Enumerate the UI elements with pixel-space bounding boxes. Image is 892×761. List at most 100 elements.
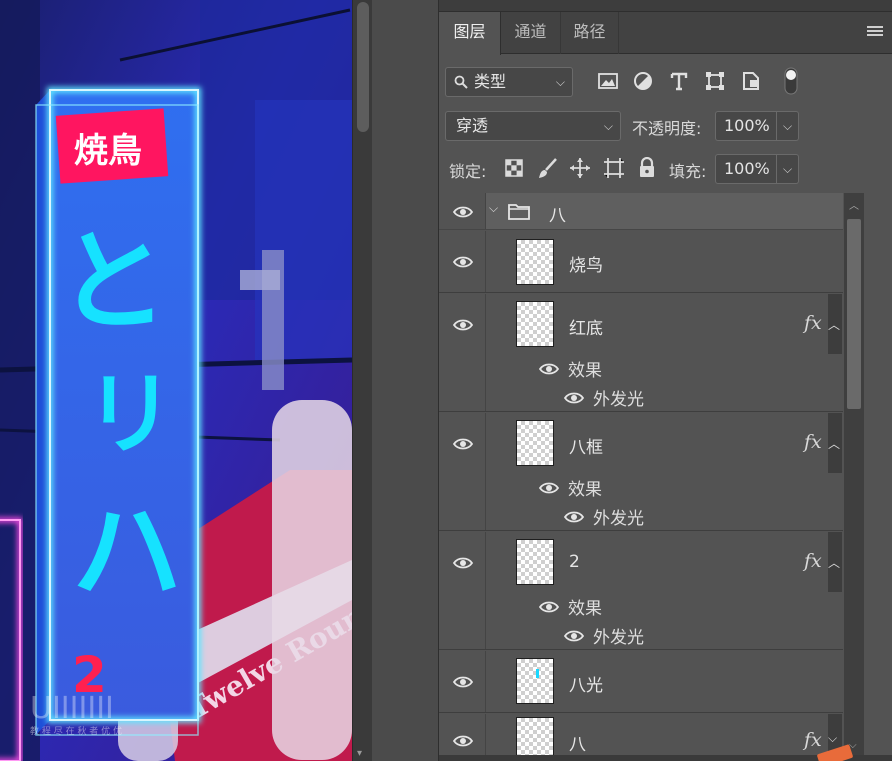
lock-all-icon[interactable] — [638, 157, 656, 179]
canvas-vertical-scrollbar[interactable]: ▾ — [352, 0, 372, 761]
layer-list: ⌵ 八 烧鸟 红底 fx ︿ 效果 外发光 八框 fx ︿ 效果 外发光 2 f… — [439, 193, 843, 757]
folder-icon — [508, 204, 530, 220]
tab-layers[interactable]: 图层 — [439, 12, 501, 55]
layer-name: 烧鸟 — [569, 256, 603, 276]
fx-icon[interactable]: fx — [804, 312, 822, 334]
layer-name: 八框 — [569, 438, 603, 458]
lock-label: 锁定: — [449, 162, 487, 181]
layer-row[interactable]: 八框 fx ︿ 效果 外发光 — [439, 413, 843, 531]
eye-icon[interactable] — [564, 391, 584, 405]
lock-transparent-pixels-icon[interactable] — [505, 159, 523, 177]
layer-thumbnail — [516, 420, 554, 466]
chevron-down-icon: ⌵ — [782, 119, 793, 133]
chevron-down-icon[interactable]: ⌵ — [489, 201, 498, 216]
fill-value: 100% — [724, 159, 770, 178]
layer-thumbnail — [516, 301, 554, 347]
workspace-gap — [372, 0, 438, 761]
sign-char-ha: ハ — [72, 488, 182, 616]
opacity-slider-toggle[interactable]: ⌵ — [777, 111, 799, 141]
layers-panel: 图层 通道 路径 类型 ⌵ 穿透 ⌵ 不透明度: 100% ⌵ 锁定: 填充: … — [438, 0, 892, 761]
fill-slider-toggle[interactable]: ⌵ — [777, 154, 799, 184]
effect-name: 外发光 — [593, 509, 644, 529]
opacity-value: 100% — [724, 116, 770, 135]
chevron-down-icon: ⌵ — [603, 119, 613, 133]
eye-icon[interactable] — [539, 481, 559, 495]
effects-label: 效果 — [568, 480, 602, 500]
layer-row[interactable]: 八光 — [439, 651, 843, 713]
lock-image-pixels-icon[interactable] — [538, 157, 558, 179]
thumbnail-mark — [536, 669, 539, 678]
chevron-up-icon[interactable]: ︿ — [828, 316, 842, 333]
visibility-column — [439, 413, 486, 530]
layer-thumbnail — [516, 717, 554, 757]
layer-row[interactable]: 2 fx ︿ 效果 外发光 — [439, 532, 843, 650]
layer-row[interactable]: 八 fx ⌵ — [439, 714, 843, 757]
canvas-scroll-thumb[interactable] — [357, 2, 369, 132]
eye-icon[interactable] — [564, 629, 584, 643]
watermark-logo: UIIIIIII — [30, 691, 114, 726]
opacity-label: 不透明度: — [632, 119, 702, 138]
filter-kind-label: 类型 — [474, 72, 507, 91]
layer-row[interactable]: 烧鸟 — [439, 231, 843, 293]
layer-list-scrollbar[interactable]: ︿ ⌵ — [844, 193, 864, 757]
effects-label: 效果 — [568, 599, 602, 619]
sign-char-ri: リ — [85, 362, 175, 467]
eye-icon[interactable] — [453, 318, 473, 332]
chevron-up-icon[interactable]: ︿ — [828, 554, 842, 571]
visibility-column — [439, 294, 486, 411]
sign-title-text: 焼鳥 — [74, 131, 142, 171]
layer-group-row[interactable]: ⌵ 八 — [439, 193, 843, 230]
image-filter-icon[interactable] — [596, 69, 620, 93]
lock-position-icon[interactable] — [569, 157, 591, 179]
layer-list-scroll-thumb[interactable] — [847, 219, 861, 409]
scroll-down-icon[interactable]: ▾ — [357, 748, 362, 759]
tab-paths[interactable]: 路径 — [561, 12, 619, 54]
eye-icon[interactable] — [453, 255, 473, 269]
effect-name: 外发光 — [593, 628, 644, 648]
layer-name: 红底 — [569, 319, 603, 339]
document-canvas[interactable]: Twelve Rounds Inn 焼鳥 と リ ハ 2 UIIIIIII 教 … — [0, 0, 352, 761]
eye-icon[interactable] — [539, 600, 559, 614]
layer-name: 2 — [569, 552, 580, 572]
opacity-input[interactable]: 100% — [715, 111, 777, 141]
type-filter-icon[interactable] — [667, 69, 691, 93]
filter-toggle-icon[interactable] — [783, 66, 799, 96]
eye-icon[interactable] — [453, 205, 473, 219]
layer-thumbnail — [516, 539, 554, 585]
adjustment-filter-icon[interactable] — [631, 69, 655, 93]
group-name: 八 — [549, 206, 566, 226]
chevron-down-icon[interactable]: ⌵ — [828, 731, 842, 746]
eye-icon[interactable] — [453, 556, 473, 570]
watermark-caption: 教 程 尽 在 秋 者 优 优 — [30, 725, 122, 737]
visibility-column — [439, 532, 486, 649]
effects-label: 效果 — [568, 361, 602, 381]
tab-channels[interactable]: 通道 — [501, 12, 561, 54]
neon-sign-artwork: Twelve Rounds Inn 焼鳥 と リ ハ 2 UIIIIIII 教 … — [0, 0, 352, 761]
search-icon — [454, 75, 468, 89]
scroll-up-icon[interactable]: ︿ — [849, 197, 859, 212]
panel-tab-bar: 图层 通道 路径 — [439, 12, 892, 55]
eye-icon[interactable] — [453, 734, 473, 748]
effect-name: 外发光 — [593, 390, 644, 410]
panel-menu-icon[interactable] — [867, 26, 883, 38]
eye-icon[interactable] — [539, 362, 559, 376]
panel-top-strip — [439, 0, 892, 12]
eye-icon[interactable] — [453, 675, 473, 689]
chevron-up-icon[interactable]: ︿ — [828, 435, 842, 452]
layer-row[interactable]: 红底 fx ︿ 效果 外发光 — [439, 294, 843, 412]
chevron-down-icon: ⌵ — [782, 162, 793, 176]
filter-kind-dropdown[interactable]: 类型 ⌵ — [445, 67, 573, 97]
blend-mode-dropdown[interactable]: 穿透 ⌵ — [445, 111, 621, 141]
lock-artboard-icon[interactable] — [603, 157, 625, 179]
shape-filter-icon[interactable] — [703, 69, 727, 93]
eye-icon[interactable] — [453, 437, 473, 451]
fx-icon[interactable]: fx — [804, 431, 822, 453]
smart-object-filter-icon[interactable] — [739, 69, 763, 93]
layer-name: 八光 — [569, 676, 603, 696]
layer-thumbnail — [516, 658, 554, 704]
fill-input[interactable]: 100% — [715, 154, 777, 184]
fx-icon[interactable]: fx — [804, 550, 822, 572]
blend-mode-value: 穿透 — [456, 116, 489, 135]
fx-icon[interactable]: fx — [804, 729, 822, 751]
eye-icon[interactable] — [564, 510, 584, 524]
